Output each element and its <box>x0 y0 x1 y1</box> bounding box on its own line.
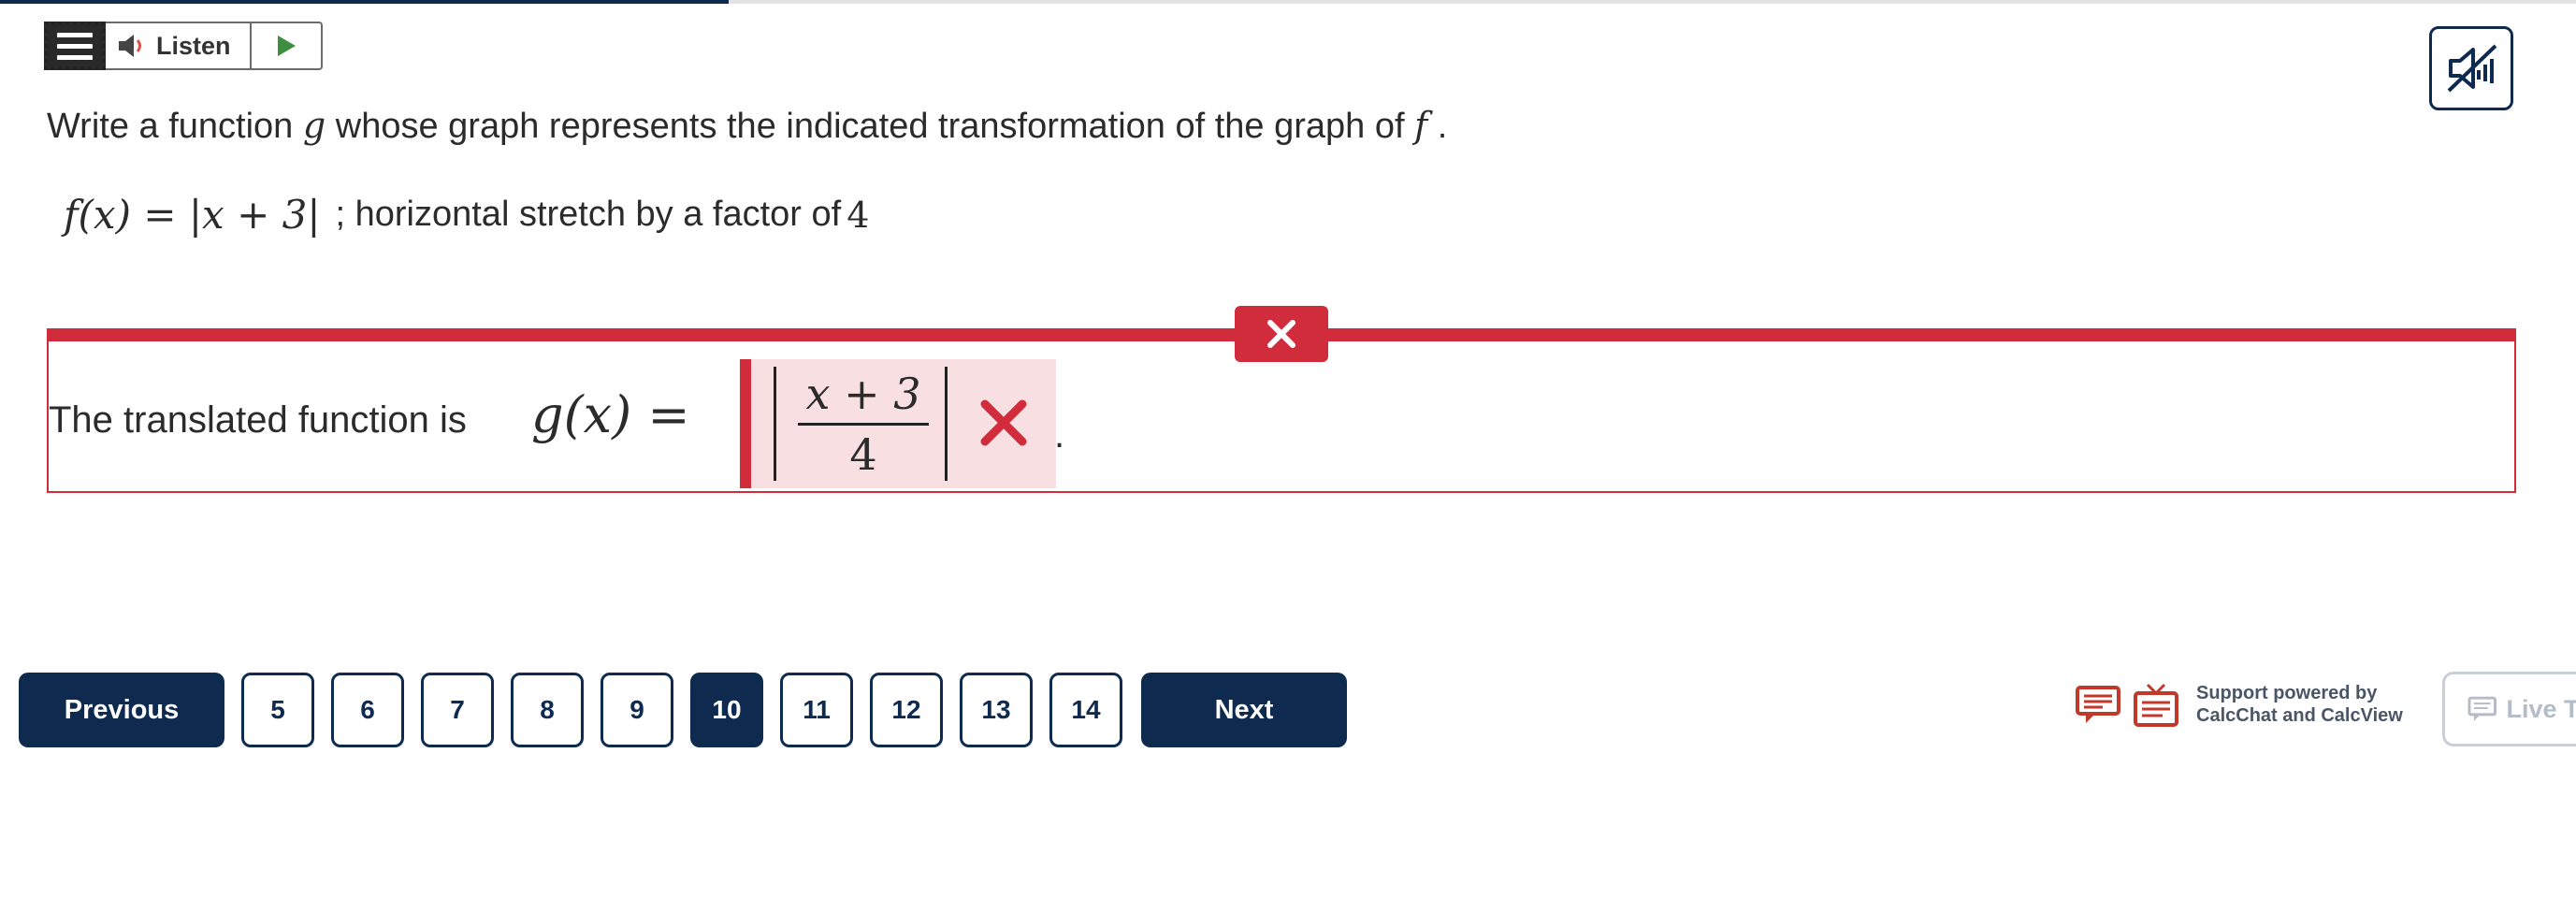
given-transformation: ; horizontal stretch by a factor of <box>335 195 842 234</box>
calcview-icon[interactable] <box>2133 681 2179 728</box>
answer-numerator: x + 3 <box>805 369 921 419</box>
abs-bar-right <box>945 367 948 481</box>
page-button-6[interactable]: 6 <box>331 673 404 747</box>
given-factor: 4 <box>847 194 870 236</box>
page-button-7[interactable]: 7 <box>421 673 494 747</box>
given-math: f(x) = |x + 3| <box>64 192 321 238</box>
next-button[interactable]: Next <box>1141 673 1347 747</box>
audio-muted-button[interactable] <box>2429 26 2513 110</box>
audio-muted-icon <box>2447 44 2497 93</box>
play-button[interactable] <box>252 23 321 68</box>
incorrect-x-icon <box>980 399 1027 446</box>
live-tutor-button[interactable]: Live Tutor <box>2442 672 2576 746</box>
answer-lhs: g(x) = <box>531 385 690 444</box>
answer-period: . <box>1054 414 1065 456</box>
answer-fraction: x + 3 4 <box>798 367 929 482</box>
incorrect-tab <box>1235 306 1328 362</box>
listen-button[interactable]: Listen <box>106 23 252 68</box>
progress-bar-fill <box>0 0 730 4</box>
support-line-2: CalcChat and CalcView <box>2196 705 2403 726</box>
answer-denominator: 4 <box>849 429 877 480</box>
chat-icon <box>2467 696 2496 721</box>
answer-label: The translated function is <box>49 399 467 441</box>
abs-bar-left <box>774 367 776 481</box>
speaker-icon <box>119 35 141 57</box>
calcchat-icon[interactable] <box>2075 684 2121 725</box>
page-button-8[interactable]: 8 <box>511 673 584 747</box>
page-button-13[interactable]: 13 <box>960 673 1033 747</box>
support-line-1: Support powered by <box>2196 683 2378 703</box>
page-button-5[interactable]: 5 <box>241 673 314 747</box>
live-tutor-label: Live Tutor <box>2506 694 2576 723</box>
prompt-text-middle: whose graph represents the indicated tra… <box>326 107 1415 146</box>
toolbar: Listen <box>44 22 323 70</box>
progress-bar <box>0 0 2576 4</box>
support-text: Support powered by CalcChat and CalcView <box>2196 682 2403 727</box>
play-icon <box>277 36 296 56</box>
answer-input[interactable]: x + 3 4 <box>740 359 1056 488</box>
page-button-11[interactable]: 11 <box>780 673 853 747</box>
listen-controls: Listen <box>106 22 323 70</box>
listen-label: Listen <box>156 31 231 60</box>
fraction-bar <box>798 423 929 426</box>
page-button-9[interactable]: 9 <box>601 673 673 747</box>
page-button-10[interactable]: 10 <box>690 673 763 747</box>
prompt-var-g: g <box>302 105 326 146</box>
page-button-12[interactable]: 12 <box>870 673 943 747</box>
given-function: f(x) = |x + 3| ; horizontal stretch by a… <box>64 192 869 238</box>
close-icon <box>1267 320 1295 348</box>
prompt-text-end: . <box>1427 107 1448 146</box>
support-section: Support powered by CalcChat and CalcView <box>2075 681 2403 728</box>
previous-button[interactable]: Previous <box>19 673 224 747</box>
question-prompt: Write a function g whose graph represent… <box>47 105 1447 147</box>
prompt-text-start: Write a function <box>47 107 303 146</box>
menu-icon[interactable] <box>44 22 106 70</box>
prompt-var-f: f <box>1414 105 1428 146</box>
page-button-14[interactable]: 14 <box>1049 673 1122 747</box>
